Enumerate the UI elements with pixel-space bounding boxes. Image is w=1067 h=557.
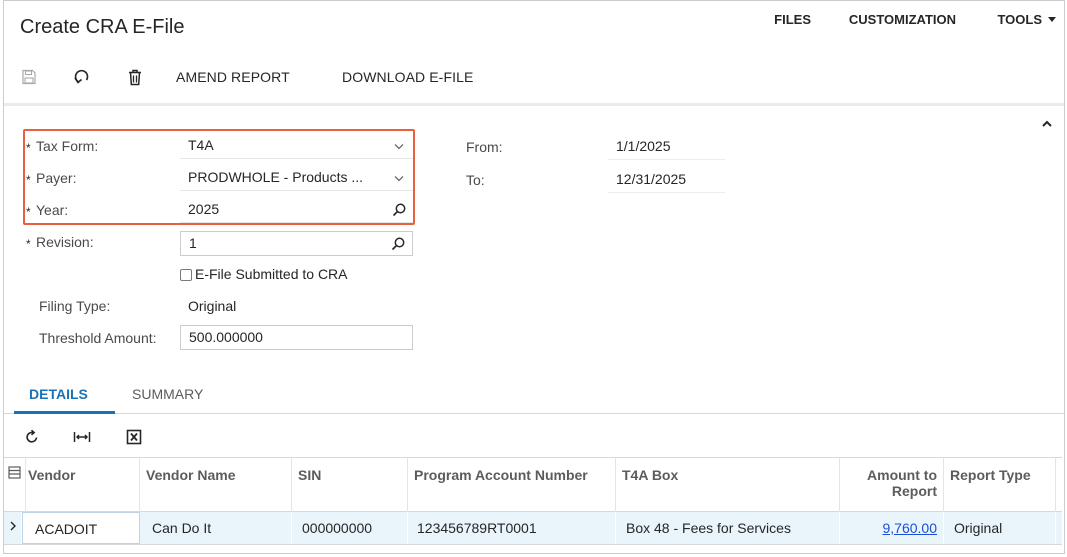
cell-sin: 000000000: [292, 512, 408, 544]
to-value: 12/31/2025: [608, 168, 725, 193]
year-input[interactable]: 2025: [180, 198, 413, 223]
cell-vendor-name: Can Do It: [140, 512, 292, 544]
filing-type-value: Original: [188, 298, 237, 314]
refresh-icon[interactable]: [23, 428, 41, 446]
revision-input[interactable]: 1: [180, 231, 413, 256]
toolbar-divider: [4, 103, 1064, 106]
customization-link[interactable]: CUSTOMIZATION: [849, 12, 956, 27]
column-header-sin[interactable]: SIN: [292, 458, 408, 512]
cell-program-account-number: 123456789RT0001: [408, 512, 616, 544]
cell-amount-to-report-link[interactable]: 9,760.00: [840, 512, 944, 544]
from-label: From:: [466, 139, 503, 155]
year-label: Year:: [36, 202, 69, 218]
tab-details[interactable]: DETAILS: [29, 386, 88, 402]
filing-type-label: Filing Type:: [39, 298, 111, 314]
required-mark: *: [26, 141, 31, 155]
to-label: To:: [466, 172, 485, 188]
tax-form-select[interactable]: T4A: [180, 134, 413, 159]
tax-form-value: T4A: [188, 137, 214, 153]
cell-report-type: Original: [944, 512, 1056, 544]
tools-menu[interactable]: TOOLS: [997, 12, 1056, 27]
column-header-t4a-box[interactable]: T4A Box: [616, 458, 840, 512]
column-header-vendor-name[interactable]: Vendor Name: [140, 458, 292, 512]
fit-columns-icon[interactable]: [73, 428, 91, 446]
efile-submitted-label: E-File Submitted to CRA: [195, 266, 348, 282]
tab-summary[interactable]: SUMMARY: [132, 386, 203, 402]
active-tab-indicator: [14, 411, 115, 414]
from-value: 1/1/2025: [608, 135, 725, 160]
page-title: Create CRA E-File: [20, 16, 185, 38]
toolbar: AMEND REPORT DOWNLOAD E-FILE: [4, 61, 1064, 93]
tax-form-label: Tax Form:: [36, 138, 99, 154]
table-row[interactable]: ACADOIT Can Do It 000000000 123456789RT0…: [4, 512, 1062, 545]
grid-header: Vendor Vendor Name SIN Program Account N…: [4, 457, 1062, 512]
search-icon[interactable]: [390, 236, 406, 252]
payer-label: Payer:: [36, 170, 77, 186]
revision-value: 1: [189, 235, 197, 251]
chevron-down-icon: [394, 176, 404, 182]
threshold-amount-label: Threshold Amount:: [39, 330, 157, 346]
payer-value: PRODWHOLE - Products ...: [188, 169, 364, 185]
tab-bar-line: [4, 413, 1064, 414]
tools-label: TOOLS: [997, 12, 1042, 27]
required-mark: *: [26, 205, 31, 219]
revision-label: Revision:: [36, 234, 94, 250]
search-icon[interactable]: [391, 202, 407, 218]
save-icon[interactable]: [19, 67, 39, 87]
column-header-report-type[interactable]: Report Type: [944, 458, 1056, 512]
column-header-program-account-number[interactable]: Program Account Number: [408, 458, 616, 512]
caret-down-icon: [1048, 17, 1056, 22]
efile-submitted-checkbox[interactable]: [180, 269, 192, 281]
chevron-up-icon[interactable]: [1040, 117, 1054, 131]
year-value: 2025: [188, 201, 220, 217]
cell-vendor[interactable]: ACADOIT: [22, 512, 140, 544]
required-mark: *: [26, 237, 31, 251]
download-efile-button[interactable]: DOWNLOAD E-FILE: [342, 69, 473, 85]
delete-icon[interactable]: [125, 67, 145, 87]
files-link[interactable]: FILES: [774, 12, 811, 27]
column-header-vendor[interactable]: Vendor: [22, 458, 140, 512]
amend-report-button[interactable]: AMEND REPORT: [176, 69, 290, 85]
threshold-amount-value: 500.000000: [189, 329, 263, 345]
undo-icon[interactable]: [72, 67, 92, 87]
export-excel-icon[interactable]: [125, 428, 143, 446]
row-expand-icon[interactable]: [4, 512, 22, 544]
chevron-down-icon: [394, 144, 404, 150]
column-header-amount-to-report[interactable]: Amount to Report: [840, 458, 944, 512]
cell-t4a-box: Box 48 - Fees for Services: [616, 512, 840, 544]
threshold-amount-input[interactable]: 500.000000: [180, 325, 413, 350]
payer-select[interactable]: PRODWHOLE - Products ...: [180, 166, 413, 191]
required-mark: *: [26, 173, 31, 187]
screen-frame: Create CRA E-File FILES CUSTOMIZATION TO…: [3, 0, 1065, 554]
